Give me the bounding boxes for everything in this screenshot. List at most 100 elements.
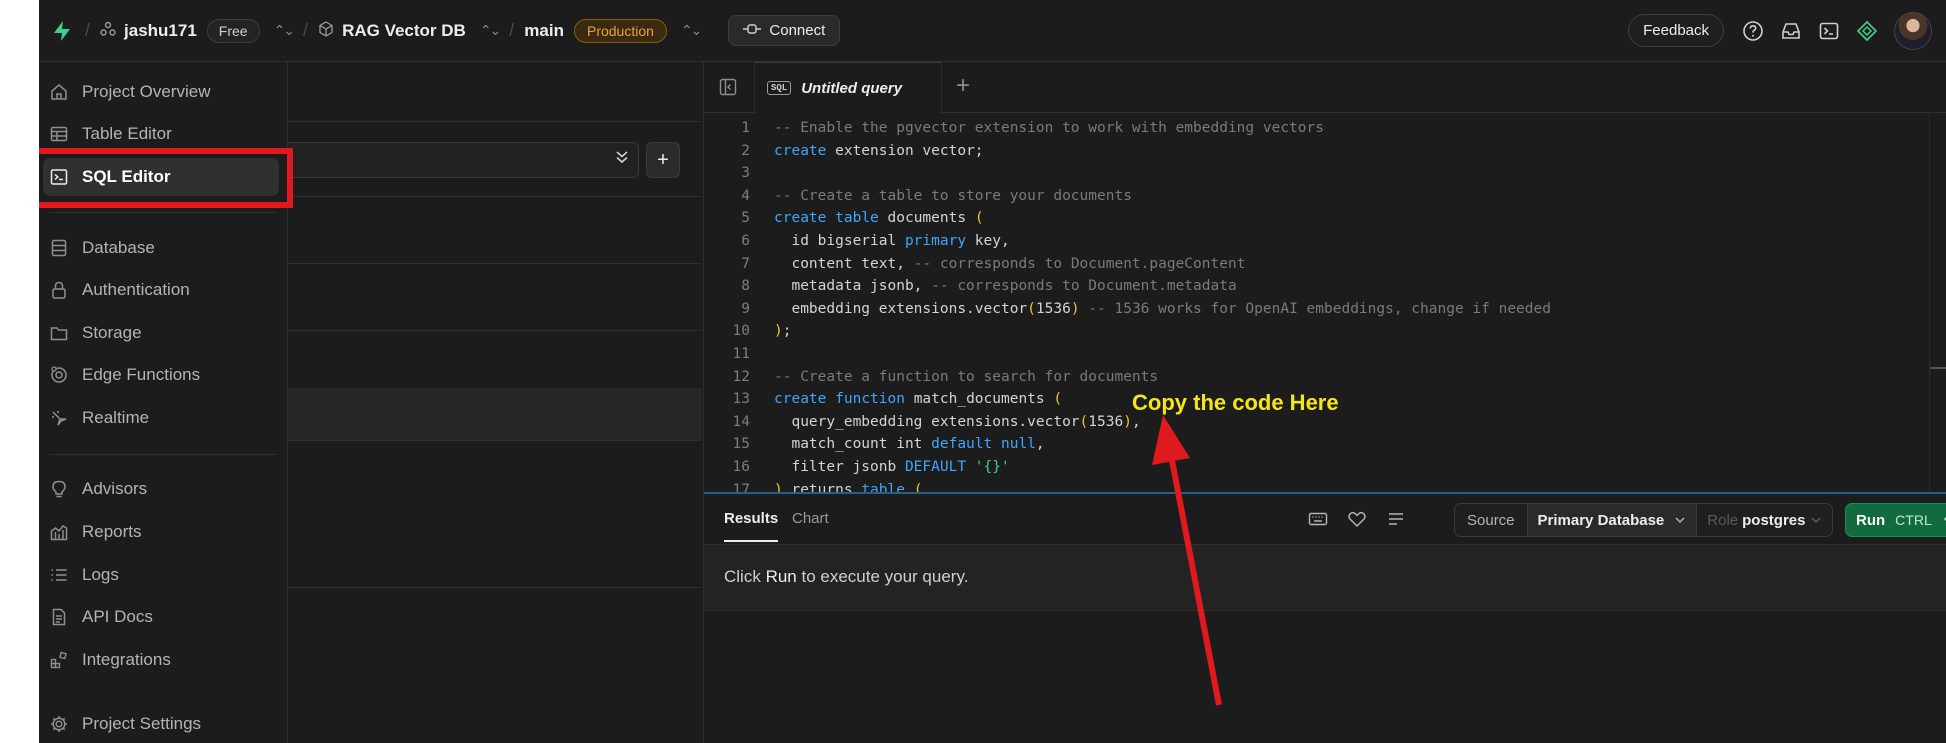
- add-tab-button[interactable]: +: [956, 72, 970, 100]
- code-text: metadata jsonb, -- corresponds to Docume…: [774, 275, 1236, 297]
- code-line[interactable]: 15 match_count int default null,: [704, 433, 1930, 455]
- sidebar-item-logs[interactable]: Logs: [43, 556, 279, 594]
- editor-scrollbar[interactable]: [1929, 113, 1946, 540]
- code-token: metadata jsonb,: [774, 278, 932, 295]
- code-token: create: [774, 142, 827, 159]
- snippet-filter-select[interactable]: [288, 142, 639, 178]
- edge-functions-icon: [48, 364, 70, 386]
- sidebar-item-reports[interactable]: Reports: [43, 513, 279, 551]
- tab-untitled-query[interactable]: SQL Untitled query: [754, 62, 942, 113]
- sidebar-toggle-icon[interactable]: [718, 77, 738, 97]
- code-line[interactable]: 2 create extension vector;: [704, 140, 1930, 162]
- breadcrumb-separator: /: [509, 20, 515, 40]
- sidebar-item-project-settings[interactable]: Project Settings: [43, 705, 279, 743]
- plan-badge: Free: [206, 18, 260, 43]
- code-line[interactable]: 7 content text, -- corresponds to Docume…: [704, 253, 1930, 275]
- line-number: 9: [741, 300, 750, 317]
- feedback-button[interactable]: Feedback: [1628, 14, 1724, 47]
- role-label: Role: [1707, 511, 1739, 529]
- sidebar-item-label: Realtime: [82, 408, 150, 427]
- code-line[interactable]: 3: [704, 162, 1930, 184]
- code-line[interactable]: 4 -- Create a table to store your documen…: [704, 185, 1930, 207]
- line-number: 5: [741, 210, 750, 227]
- code-token: 1536: [1088, 413, 1124, 430]
- sidebar-item-label: Reports: [82, 522, 142, 541]
- code-line[interactable]: 6 id bigserial primary key,: [704, 230, 1930, 252]
- code-line[interactable]: 10);: [704, 320, 1930, 342]
- org-switcher-chevron-icon[interactable]: ⌃⌄: [274, 22, 296, 39]
- sidebar-item-api-docs[interactable]: API Docs: [43, 598, 279, 636]
- code-token: -- corresponds to Document.pageContent: [913, 255, 1246, 272]
- sidebar-item-label: API Docs: [82, 607, 153, 626]
- sidebar-item-edge-functions[interactable]: Edge Functions: [43, 356, 279, 394]
- org-icon: [100, 21, 116, 41]
- sidebar-item-advisors[interactable]: Advisors: [43, 470, 279, 508]
- assistant-icon[interactable]: [1848, 12, 1886, 50]
- line-number: 16: [732, 459, 750, 475]
- results-empty-state: Click Run to execute your query.: [704, 545, 1946, 611]
- code-line[interactable]: 9 embedding extensions.vector(1536) -- 1…: [704, 298, 1930, 320]
- new-snippet-button[interactable]: +: [646, 142, 680, 178]
- database-select[interactable]: Primary Database: [1527, 504, 1698, 536]
- panel-divider: [288, 196, 702, 197]
- line-number: 10: [732, 323, 750, 340]
- role-select[interactable]: Role postgres: [1697, 504, 1831, 536]
- code-text: embedding extensions.vector(1536) -- 153…: [774, 298, 1551, 320]
- run-button[interactable]: Run CTRL: [1845, 503, 1946, 537]
- sidebar-item-project-overview[interactable]: Project Overview: [43, 73, 279, 111]
- code-token: match_count int: [774, 436, 932, 453]
- sidebar-item-label: Storage: [82, 323, 142, 342]
- line-number: 15: [732, 436, 750, 453]
- environment-badge: Production: [573, 18, 667, 43]
- code-token: (: [1079, 413, 1089, 430]
- project-name[interactable]: RAG Vector DB: [342, 21, 466, 41]
- org-name[interactable]: jashu171: [124, 21, 197, 41]
- line-number: 3: [741, 165, 750, 182]
- heart-icon[interactable]: [1346, 508, 1368, 530]
- keyboard-icon[interactable]: [1307, 508, 1329, 530]
- code-text: -- Create a table to store your document…: [774, 185, 1132, 207]
- connect-button[interactable]: Connect: [728, 15, 841, 46]
- branch-name[interactable]: main: [524, 21, 564, 41]
- code-token: content text,: [774, 255, 914, 272]
- integrations-icon: [48, 649, 70, 671]
- sidebar-item-label: Table Editor: [82, 124, 172, 143]
- code-token: 1536: [1035, 300, 1071, 317]
- sidebar-item-storage[interactable]: Storage: [43, 314, 279, 352]
- supabase-logo-icon[interactable]: [49, 18, 75, 44]
- tab-results[interactable]: Results: [724, 510, 779, 542]
- sidebar-item-label: Integrations: [82, 650, 171, 669]
- list-item[interactable]: [288, 388, 702, 440]
- double-chevron-down-icon: [616, 150, 628, 167]
- project-switcher-chevron-icon[interactable]: ⌃⌄: [480, 22, 502, 39]
- sidebar-item-realtime[interactable]: Realtime: [43, 399, 279, 437]
- code-line[interactable]: 16 filter jsonb DEFAULT '{}': [704, 456, 1930, 478]
- highlight-box: [39, 148, 293, 208]
- code-token: -- Enable the pgvector extension to work…: [774, 120, 1324, 136]
- line-number: 8: [741, 278, 750, 295]
- inbox-icon[interactable]: [1772, 12, 1810, 50]
- code-token: documents: [878, 210, 975, 227]
- sidebar-item-authentication[interactable]: Authentication: [43, 271, 279, 309]
- sidebar-item-integrations[interactable]: Integrations: [43, 641, 279, 679]
- code-line[interactable]: 5 create table documents (: [704, 207, 1930, 229]
- format-icon[interactable]: [1385, 508, 1407, 530]
- help-icon[interactable]: [1734, 12, 1772, 50]
- code-line[interactable]: 1 -- Enable the pgvector extension to wor…: [704, 117, 1930, 139]
- tab-chart[interactable]: Chart: [792, 510, 829, 527]
- file-icon: [48, 606, 70, 628]
- sidebar-item-database[interactable]: Database: [43, 229, 279, 267]
- code-line[interactable]: 11: [704, 343, 1930, 365]
- code-token: extension vector;: [826, 142, 984, 159]
- code-text: match_count int default null,: [774, 433, 1044, 455]
- results-message-text: to execute your query.: [796, 567, 969, 586]
- code-token: ): [1123, 413, 1132, 430]
- avatar[interactable]: [1894, 11, 1932, 50]
- code-editor[interactable]: 1 -- Enable the pgvector extension to wor…: [704, 113, 1930, 540]
- code-line[interactable]: 8 metadata jsonb, -- corresponds to Docu…: [704, 275, 1930, 297]
- annotation-text: Copy the code Here: [1132, 390, 1339, 415]
- terminal-icon[interactable]: [1810, 12, 1848, 50]
- sidebar-divider: [49, 454, 277, 455]
- branch-switcher-chevron-icon[interactable]: ⌃⌄: [681, 22, 703, 39]
- code-line[interactable]: 12 -- Create a function to search for doc…: [704, 366, 1930, 388]
